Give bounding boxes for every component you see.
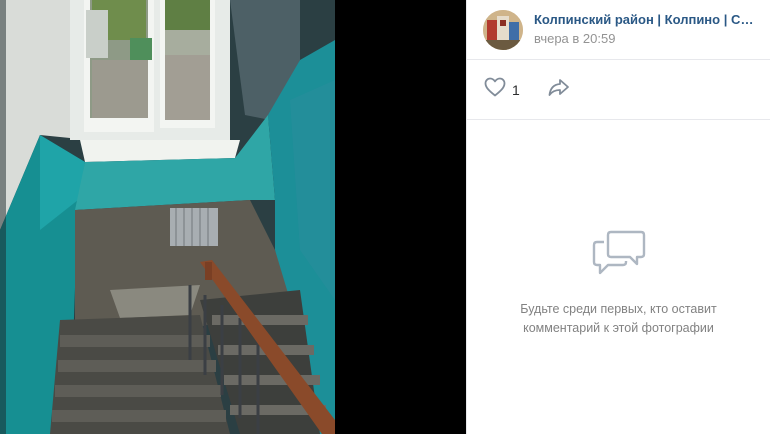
heart-icon xyxy=(483,75,507,104)
photo-viewer: Колпинский район | Колпино | Сан… вчера … xyxy=(0,0,770,434)
empty-text-line1: Будьте среди первых, кто оставит xyxy=(520,302,717,316)
action-bar: 1 xyxy=(467,60,770,120)
share-button[interactable] xyxy=(546,75,572,104)
chat-bubbles-icon xyxy=(467,228,770,278)
author-name-link[interactable]: Колпинский район | Колпино | Сан… xyxy=(534,12,754,28)
photo-sidepanel: Колпинский район | Колпино | Сан… вчера … xyxy=(466,0,770,434)
comments-empty-state: Будьте среди первых, кто оставит коммент… xyxy=(467,228,770,338)
community-avatar[interactable] xyxy=(483,9,523,50)
photo-area[interactable] xyxy=(0,0,466,434)
share-arrow-icon xyxy=(546,75,572,104)
post-time[interactable]: вчера в 20:59 xyxy=(534,31,754,47)
like-count: 1 xyxy=(512,81,520,98)
post-author: Колпинский район | Колпино | Сан… вчера … xyxy=(467,0,770,60)
stairwell-photo[interactable] xyxy=(0,0,335,434)
empty-text-line2: комментарий к этой фотографии xyxy=(523,321,714,335)
like-button[interactable]: 1 xyxy=(483,75,520,104)
